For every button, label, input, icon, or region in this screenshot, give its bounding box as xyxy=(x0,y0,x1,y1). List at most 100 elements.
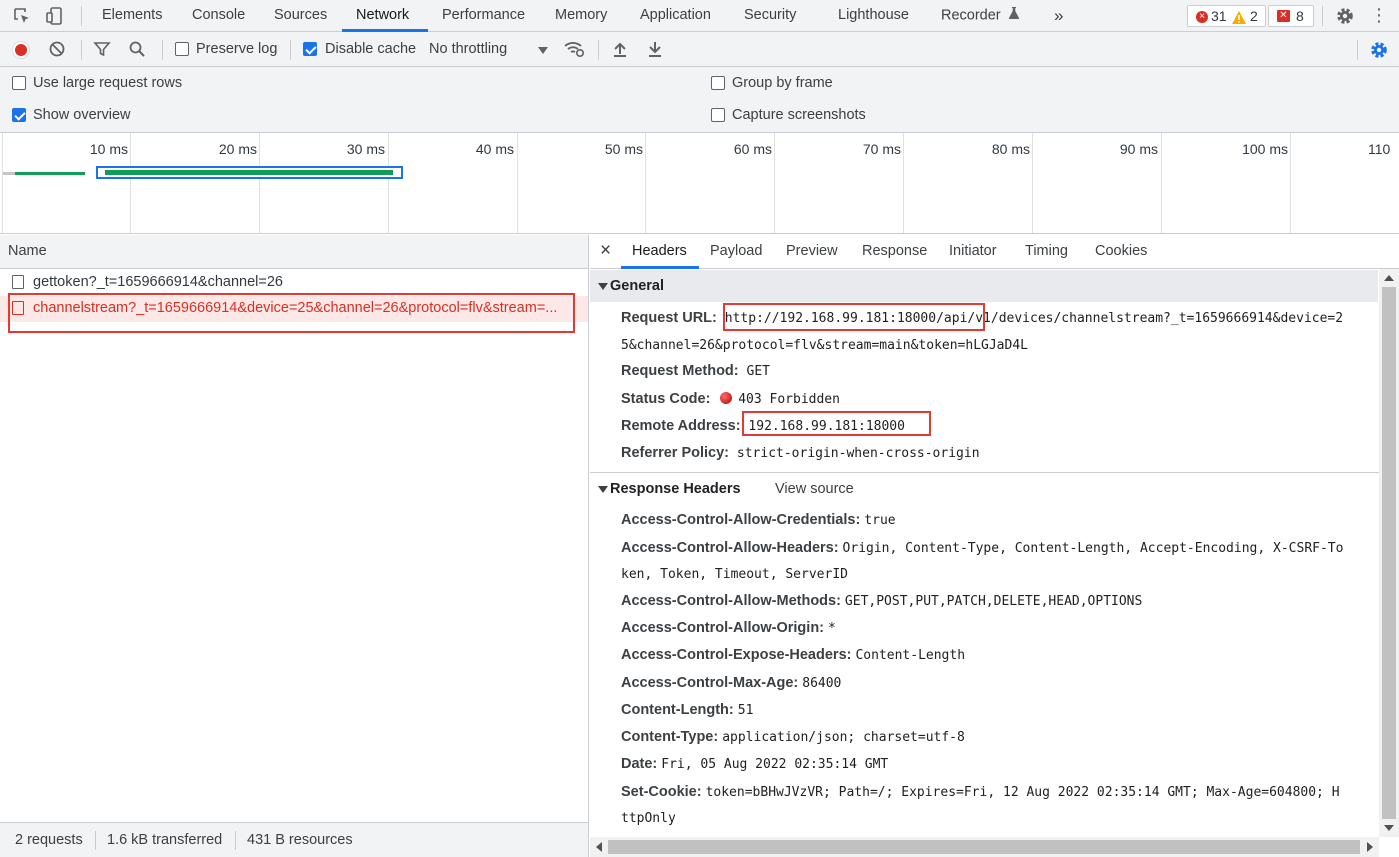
active-tab-indicator xyxy=(621,266,699,269)
tab-lighthouse[interactable]: Lighthouse xyxy=(838,0,909,32)
preserve-log-checkbox[interactable] xyxy=(175,42,189,56)
show-overview-label[interactable]: Show overview xyxy=(33,107,131,123)
toolbar-divider xyxy=(598,40,599,60)
waterfall-bar-gettoken xyxy=(3,172,85,175)
overview-gridline xyxy=(1161,133,1162,233)
response-headers-section-header[interactable]: Response Headers View source xyxy=(590,473,1378,505)
timeline-overview[interactable]: 10 ms 20 ms 30 ms 40 ms 50 ms 60 ms 70 m… xyxy=(0,133,1399,234)
header-value: Fri, 05 Aug 2022 02:35:14 GMT xyxy=(661,757,889,772)
document-icon xyxy=(12,275,24,289)
disable-cache-label[interactable]: Disable cache xyxy=(325,41,416,57)
export-har-icon[interactable] xyxy=(646,40,666,60)
referrer-policy-value: strict-origin-when-cross-origin xyxy=(736,446,980,461)
response-header-row: Access-Control-Allow-Credentials: true xyxy=(621,511,896,528)
header-key: Access-Control-Allow-Origin: xyxy=(621,620,825,636)
header-key: Set-Cookie: xyxy=(621,784,702,800)
disable-cache-checkbox[interactable] xyxy=(303,42,317,56)
device-toolbar-icon[interactable] xyxy=(45,6,65,26)
inspect-element-icon[interactable] xyxy=(12,6,32,26)
overview-gridline xyxy=(130,133,131,233)
overview-gridline xyxy=(903,133,904,233)
request-method-row: Request Method: GET xyxy=(621,362,770,379)
group-by-frame-label[interactable]: Group by frame xyxy=(732,75,833,91)
import-har-icon[interactable] xyxy=(611,40,631,60)
header-value: GET,POST,PUT,PATCH,DELETE,HEAD,OPTIONS xyxy=(844,594,1143,609)
name-column-header[interactable]: Name xyxy=(0,235,588,269)
tab-sources[interactable]: Sources xyxy=(274,0,327,32)
search-icon[interactable] xyxy=(128,40,148,60)
overview-gridline xyxy=(1032,133,1033,233)
tab-response[interactable]: Response xyxy=(862,235,927,269)
record-icon xyxy=(15,44,27,56)
tab-memory[interactable]: Memory xyxy=(555,0,607,32)
gear-icon[interactable] xyxy=(1335,6,1355,26)
request-count: 2 requests xyxy=(15,832,83,848)
view-source-link[interactable]: View source xyxy=(775,481,854,497)
header-value: token=bBHwJVzVR; Path=/; Expires=Fri, 12… xyxy=(705,785,1340,800)
tab-timing[interactable]: Timing xyxy=(1025,235,1068,269)
details-tabbar: × Headers Payload Preview Response Initi… xyxy=(590,235,1399,269)
scrollbar-thumb[interactable] xyxy=(608,840,1360,854)
console-counts-badge[interactable]: × 31 2 xyxy=(1187,5,1266,27)
general-section-header[interactable]: General xyxy=(590,270,1378,302)
tab-performance[interactable]: Performance xyxy=(442,0,525,32)
close-icon[interactable]: × xyxy=(600,240,611,262)
tab-recorder[interactable]: Recorder xyxy=(941,0,1019,32)
scroll-up-icon xyxy=(1384,275,1394,281)
request-row-gettoken[interactable]: gettoken?_t=1659666914&channel=26 xyxy=(0,270,588,296)
more-tabs-button[interactable]: » xyxy=(1054,0,1063,32)
header-key: Access-Control-Allow-Methods: xyxy=(621,593,841,609)
response-header-row: Access-Control-Allow-Headers: Origin, Con… xyxy=(621,539,1343,556)
request-row-channelstream[interactable]: channelstream?_t=1659666914&device=25&ch… xyxy=(0,296,588,322)
overview-gridline xyxy=(645,133,646,233)
throttling-select[interactable]: No throttling xyxy=(429,41,551,61)
horizontal-scrollbar[interactable] xyxy=(590,837,1379,857)
request-name: gettoken?_t=1659666914&channel=26 xyxy=(33,274,283,290)
header-key: Referrer Policy: xyxy=(621,445,729,461)
overview-tick-label: 40 ms xyxy=(475,141,514,157)
tab-application[interactable]: Application xyxy=(640,0,711,32)
tab-network[interactable]: Network xyxy=(356,0,409,32)
tab-cookies[interactable]: Cookies xyxy=(1095,235,1147,269)
request-url-row: Request URL: http://192.168.99.181:18000… xyxy=(621,309,1343,326)
tab-console[interactable]: Console xyxy=(192,0,245,32)
tab-payload[interactable]: Payload xyxy=(710,235,762,269)
overview-tick-label: 30 ms xyxy=(346,141,385,157)
group-by-frame-checkbox[interactable] xyxy=(711,76,725,90)
response-header-row: Content-Type: application/json; charset=u… xyxy=(621,728,965,745)
overview-tick-label: 10 ms xyxy=(89,141,128,157)
issues-icon: ✕ xyxy=(1277,10,1290,22)
large-request-rows-label[interactable]: Use large request rows xyxy=(33,75,182,91)
network-settings-gear-icon[interactable] xyxy=(1369,40,1389,60)
network-conditions-icon[interactable] xyxy=(564,40,585,60)
filter-icon[interactable] xyxy=(93,40,113,60)
issues-count: 8 xyxy=(1296,8,1304,24)
large-request-rows-checkbox[interactable] xyxy=(12,76,26,90)
capture-screenshots-checkbox[interactable] xyxy=(711,108,725,122)
request-url-value-cont: 5&channel=26&protocol=flv&stream=main&to… xyxy=(621,338,1028,353)
tab-initiator[interactable]: Initiator xyxy=(949,235,997,269)
tab-elements[interactable]: Elements xyxy=(102,0,162,32)
record-button[interactable] xyxy=(12,41,30,59)
scroll-left-icon xyxy=(596,842,602,852)
vertical-scrollbar[interactable] xyxy=(1379,269,1399,837)
clear-icon[interactable] xyxy=(48,40,68,60)
preserve-log-label[interactable]: Preserve log xyxy=(196,41,277,57)
capture-screenshots-label[interactable]: Capture screenshots xyxy=(732,107,866,123)
devtools-tabbar: Elements Console Sources Network Perform… xyxy=(0,0,1399,32)
response-header-row: Content-Length: 51 xyxy=(621,701,753,718)
show-overview-checkbox[interactable] xyxy=(12,108,26,122)
scrollbar-thumb[interactable] xyxy=(1382,287,1396,819)
overview-gridline xyxy=(388,133,389,233)
status-code-value: 403 Forbidden xyxy=(738,392,840,407)
header-value: Content-Length xyxy=(855,648,966,663)
status-divider xyxy=(95,831,96,850)
tab-headers[interactable]: Headers xyxy=(632,235,687,269)
error-icon: × xyxy=(1196,11,1208,23)
triangle-down-icon xyxy=(598,486,608,493)
tab-security[interactable]: Security xyxy=(744,0,796,32)
issues-badge[interactable]: ✕ 8 xyxy=(1268,5,1314,27)
header-value: application/json; charset=utf-8 xyxy=(722,730,965,745)
tab-preview[interactable]: Preview xyxy=(786,235,838,269)
kebab-menu-icon[interactable]: ⋮ xyxy=(1369,6,1389,26)
